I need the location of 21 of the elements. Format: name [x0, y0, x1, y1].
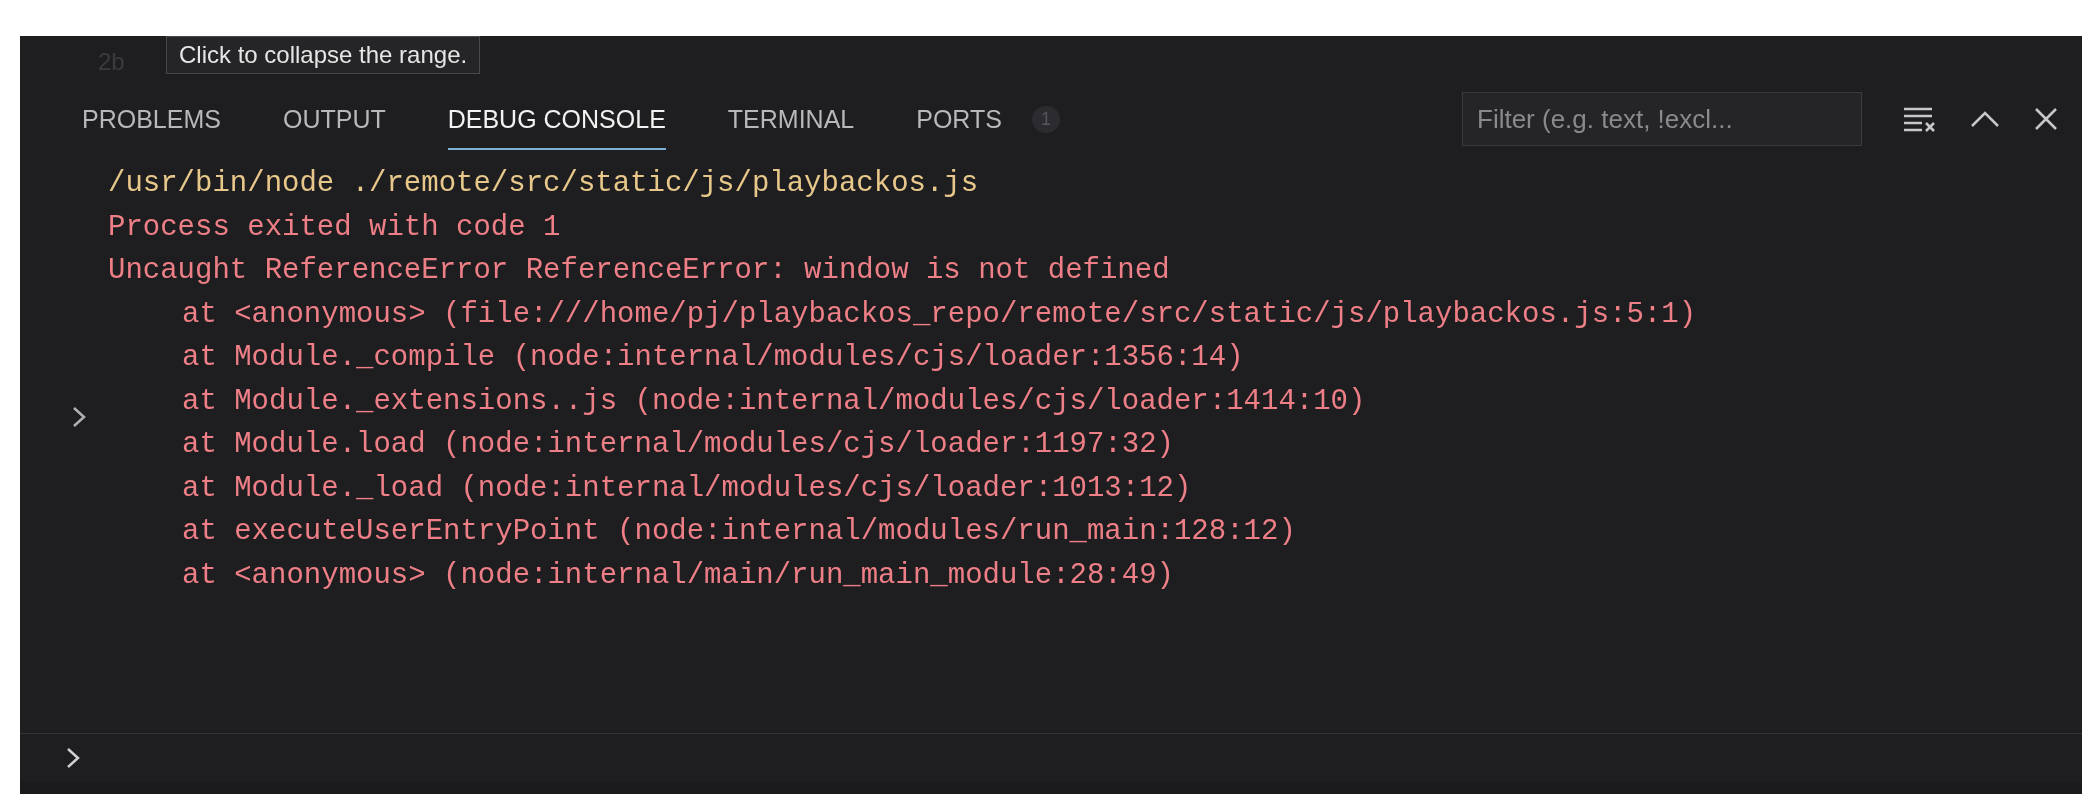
prompt-chevron-icon[interactable]: [66, 747, 80, 769]
clear-console-icon[interactable]: [1902, 105, 1936, 133]
console-line: Uncaught ReferenceError ReferenceError: window is not defined: [108, 253, 1171, 289]
close-icon[interactable]: [2034, 107, 2058, 131]
filter-field[interactable]: Filter (e.g. text, !excl...: [1462, 92, 1862, 146]
panel-tab[interactable]: DEBUG CONSOLE: [447, 88, 666, 150]
console-line: at Module._load (node:internal/modules/cjs/loader:1013:12): [181, 470, 1193, 507]
console-line: at executeUserEntryPoint (node:internal/modules/run_main:128:12): [181, 514, 1297, 550]
console-line: at Module._extensions..js (node:internal/modules/cjs/loader:1414:10): [181, 383, 1367, 420]
panel-tab[interactable]: PROBLEMS: [82, 88, 221, 150]
chevron-up-icon[interactable]: [1970, 110, 2000, 128]
panel-tab[interactable]: TERMINAL: [727, 88, 855, 150]
tooltip: Click to collapse the range.: [166, 36, 481, 74]
console-line: /usr/bin/node ./remote/src/static/js/playbackos.js: [108, 166, 980, 202]
console-line: at Module._compile (node:internal/modules/cjs/loader:1356:14): [181, 340, 1245, 376]
panel-tab[interactable]: OUTPUT: [282, 88, 386, 150]
expand-chevron-icon[interactable]: [72, 406, 86, 428]
console-line: Process exited with code 1: [108, 209, 562, 246]
console-line: at <anonymous> (file:///home/pj/playbackos_repo/remote/src/static/js/playbackos.js:5:1): [181, 296, 1698, 333]
console-line: at <anonymous> (node:internal/main/run_main_module:28:49): [181, 557, 1175, 594]
console-line: at Module.load (node:internal/modules/cjs/loader:1197:32): [181, 427, 1175, 463]
